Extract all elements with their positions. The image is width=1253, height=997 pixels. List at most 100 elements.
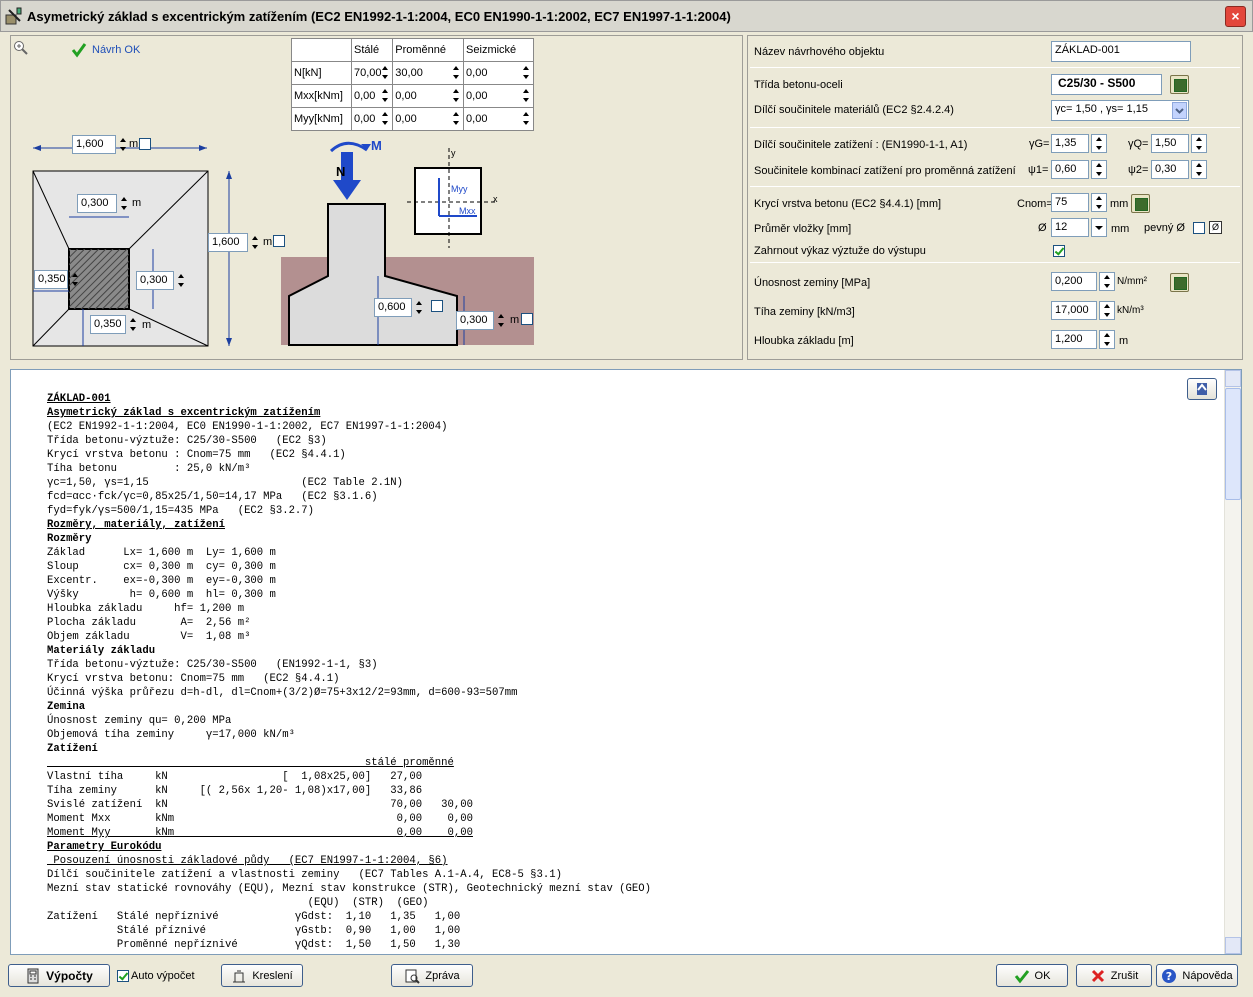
fixed-diameter-checkbox[interactable] [1193,222,1205,234]
report-line: Účinná výška průřezu d=h-dl, dl=Cnom+(3/… [47,687,518,699]
concrete-class-field[interactable]: C25/30 - S500 [1051,74,1162,95]
rebar-report-checkbox[interactable] [1053,245,1065,257]
close-button[interactable]: × [1225,6,1246,27]
n-seismic-input[interactable]: 0,00 [463,61,534,85]
col-x-unit: m [132,197,142,209]
gamma-g-input[interactable]: 1,35 [1051,134,1089,153]
report-line: Třída betonu-výztuže: C25/30-S500 (EN199… [47,659,378,671]
gamma-q-spinner[interactable] [1191,134,1207,153]
myy-seismic-input[interactable]: 0,00 [463,107,534,131]
calculations-button[interactable]: Výpočty [8,964,110,987]
title-bar: Asymetrický základ s excentrickým zatíže… [0,0,1253,32]
scroll-up-button[interactable] [1225,370,1241,387]
myy-variable-input[interactable]: 0,00 [392,107,465,131]
report-line: Asymetrický základ s excentrickým zatíže… [47,407,321,419]
cy-input[interactable]: 0,300 [136,271,174,290]
bar-diameter-dropdown[interactable] [1091,218,1107,237]
load-table-corner [291,38,352,62]
scroll-down-button[interactable] [1225,937,1241,954]
help-button[interactable]: ? Nápověda [1156,964,1238,987]
psi1-spinner[interactable] [1091,160,1107,179]
auto-calc-checkbox[interactable] [117,970,129,982]
ly-spinner[interactable] [250,233,261,252]
h-spinner[interactable] [414,298,425,317]
lx-input[interactable]: 1,600 [72,135,116,154]
report-icon [405,969,421,984]
report-view[interactable]: ZÁKLAD-001 Asymetrický základ s excentri… [10,369,1242,955]
ey-input[interactable]: 0,350 [90,315,126,334]
report-text: ZÁKLAD-001 Asymetrický základ s excentri… [47,392,651,952]
material-factors-select[interactable]: γc= 1,50 , γs= 1,15 [1051,100,1189,121]
separator [750,67,1240,68]
gamma-g-label: γG= [1029,138,1050,150]
lx-checkbox[interactable] [139,138,151,150]
name-input[interactable]: ZÁKLAD-001 [1051,41,1191,62]
scroll-thumb[interactable] [1225,388,1241,500]
check-icon [1014,969,1029,983]
m-moment-label: M [371,138,382,153]
hl-checkbox[interactable] [521,313,533,325]
soil-capacity-input[interactable]: 0,200 [1051,272,1097,291]
col-x-input[interactable]: 0,300 [77,194,117,213]
drawing-button[interactable]: Kreslení [221,964,303,987]
mxx-variable-input[interactable]: 0,00 [392,84,465,108]
mxx-seismic-input[interactable]: 0,00 [463,84,534,108]
myy-permanent-input[interactable]: 0,00 [350,107,394,131]
report-line: Únosnost zeminy qu= 0,200 MPa [47,715,232,727]
row-label: N[kN] [291,61,352,85]
cy-spinner[interactable] [176,271,187,290]
soil-weight-spinner[interactable] [1099,301,1115,320]
cover-help-icon[interactable] [1131,194,1150,213]
bar-diameter-input[interactable]: 12 [1051,218,1089,237]
report-line: Stálé příznivé γGstb: 0,90 1,00 1,00 [47,925,461,937]
n-variable-input[interactable]: 30,00 [392,61,465,85]
report-line: (EC2 EN1992-1-1:2004, EC0 EN1990-1-1:200… [47,421,448,433]
table-row: N[kN] 70,00 30,00 0,00 [291,61,534,85]
app-icon [5,7,22,25]
ly-input[interactable]: 1,600 [208,233,248,252]
soil-weight-input[interactable]: 17,000 [1051,301,1097,320]
soil-weight-label: Tíha zeminy [kN/m3] [754,306,855,318]
psi2-spinner[interactable] [1191,160,1207,179]
report-line: Rozměry [47,533,92,545]
ex-spinner[interactable] [70,270,81,289]
psi1-input[interactable]: 0,60 [1051,160,1089,179]
concrete-select-icon[interactable] [1170,75,1189,94]
report-button[interactable]: Zpráva [391,964,473,987]
svg-text:?: ? [1166,970,1172,983]
report-scrollbar[interactable] [1224,370,1241,954]
col-x-spinner[interactable] [119,194,130,213]
depth-spinner[interactable] [1099,330,1115,349]
report-line: Zatížení [47,743,98,755]
report-line: Svislé zatížení kN 70,00 30,00 [47,799,473,811]
lx-spinner[interactable] [118,135,129,154]
hl-input[interactable]: 0,300 [456,311,494,330]
diameter-icon[interactable]: Ø [1209,221,1222,234]
depth-input[interactable]: 1,200 [1051,330,1097,349]
soil-capacity-spinner[interactable] [1099,272,1115,291]
window-title: Asymetrický základ s excentrickým zatíže… [27,8,731,24]
cnom-spinner[interactable] [1091,193,1107,212]
cancel-button[interactable]: Zrušit [1076,964,1152,987]
mxx-label: Mxx [459,206,476,216]
mxx-permanent-input[interactable]: 0,00 [350,84,394,108]
ok-button[interactable]: OK [996,964,1068,987]
gamma-g-spinner[interactable] [1091,134,1107,153]
report-top-icon[interactable] [1187,378,1217,400]
calculations-label: Výpočty [46,968,93,983]
psi2-input[interactable]: 0,30 [1151,160,1189,179]
bar-diameter-label: Průměr vložky [mm] [754,223,852,235]
report-line: Výšky h= 0,600 m hl= 0,300 m [47,589,276,601]
soil-help-icon[interactable] [1170,273,1189,292]
cover-label: Krycí vrstva betonu (EC2 §4.4.1) [mm] [754,198,942,210]
hl-spinner[interactable] [496,311,507,330]
n-permanent-input[interactable]: 70,00 [350,61,394,85]
cnom-input[interactable]: 75 [1051,193,1089,212]
h-checkbox[interactable] [431,300,443,312]
ex-input[interactable]: 0,350 [34,270,68,289]
h-input[interactable]: 0,600 [374,298,412,317]
ey-spinner[interactable] [128,315,139,334]
zoom-icon[interactable] [13,40,29,56]
chevron-down-icon[interactable] [1172,102,1187,119]
gamma-q-input[interactable]: 1,50 [1151,134,1189,153]
